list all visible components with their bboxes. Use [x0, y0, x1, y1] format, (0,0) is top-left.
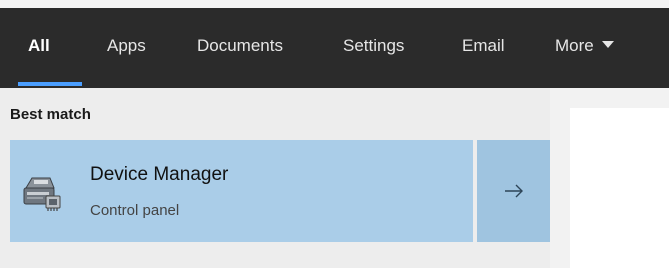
arrow-right-icon	[505, 184, 523, 198]
open-result-button[interactable]	[477, 140, 550, 242]
best-match-result[interactable]: Device Manager Control panel	[10, 140, 473, 242]
tab-settings[interactable]: Settings	[343, 36, 404, 56]
tab-email[interactable]: Email	[462, 36, 505, 56]
section-label: Best match	[10, 106, 91, 123]
device-manager-icon	[23, 177, 61, 211]
tab-all[interactable]: All	[28, 36, 50, 56]
details-pane	[570, 108, 669, 268]
tab-more[interactable]: More	[555, 36, 614, 56]
results-pane: Best match Device Manager Control panel	[0, 88, 550, 268]
tab-apps[interactable]: Apps	[107, 36, 146, 56]
tab-more-label: More	[555, 36, 594, 55]
result-subtitle: Control panel	[90, 202, 180, 219]
result-title: Device Manager	[90, 164, 229, 185]
chevron-down-icon	[601, 41, 614, 48]
search-tab-bar: All Apps Documents Settings Email More	[0, 8, 669, 88]
top-strip	[0, 0, 669, 8]
tab-documents[interactable]: Documents	[197, 36, 283, 56]
active-tab-indicator	[18, 82, 82, 86]
